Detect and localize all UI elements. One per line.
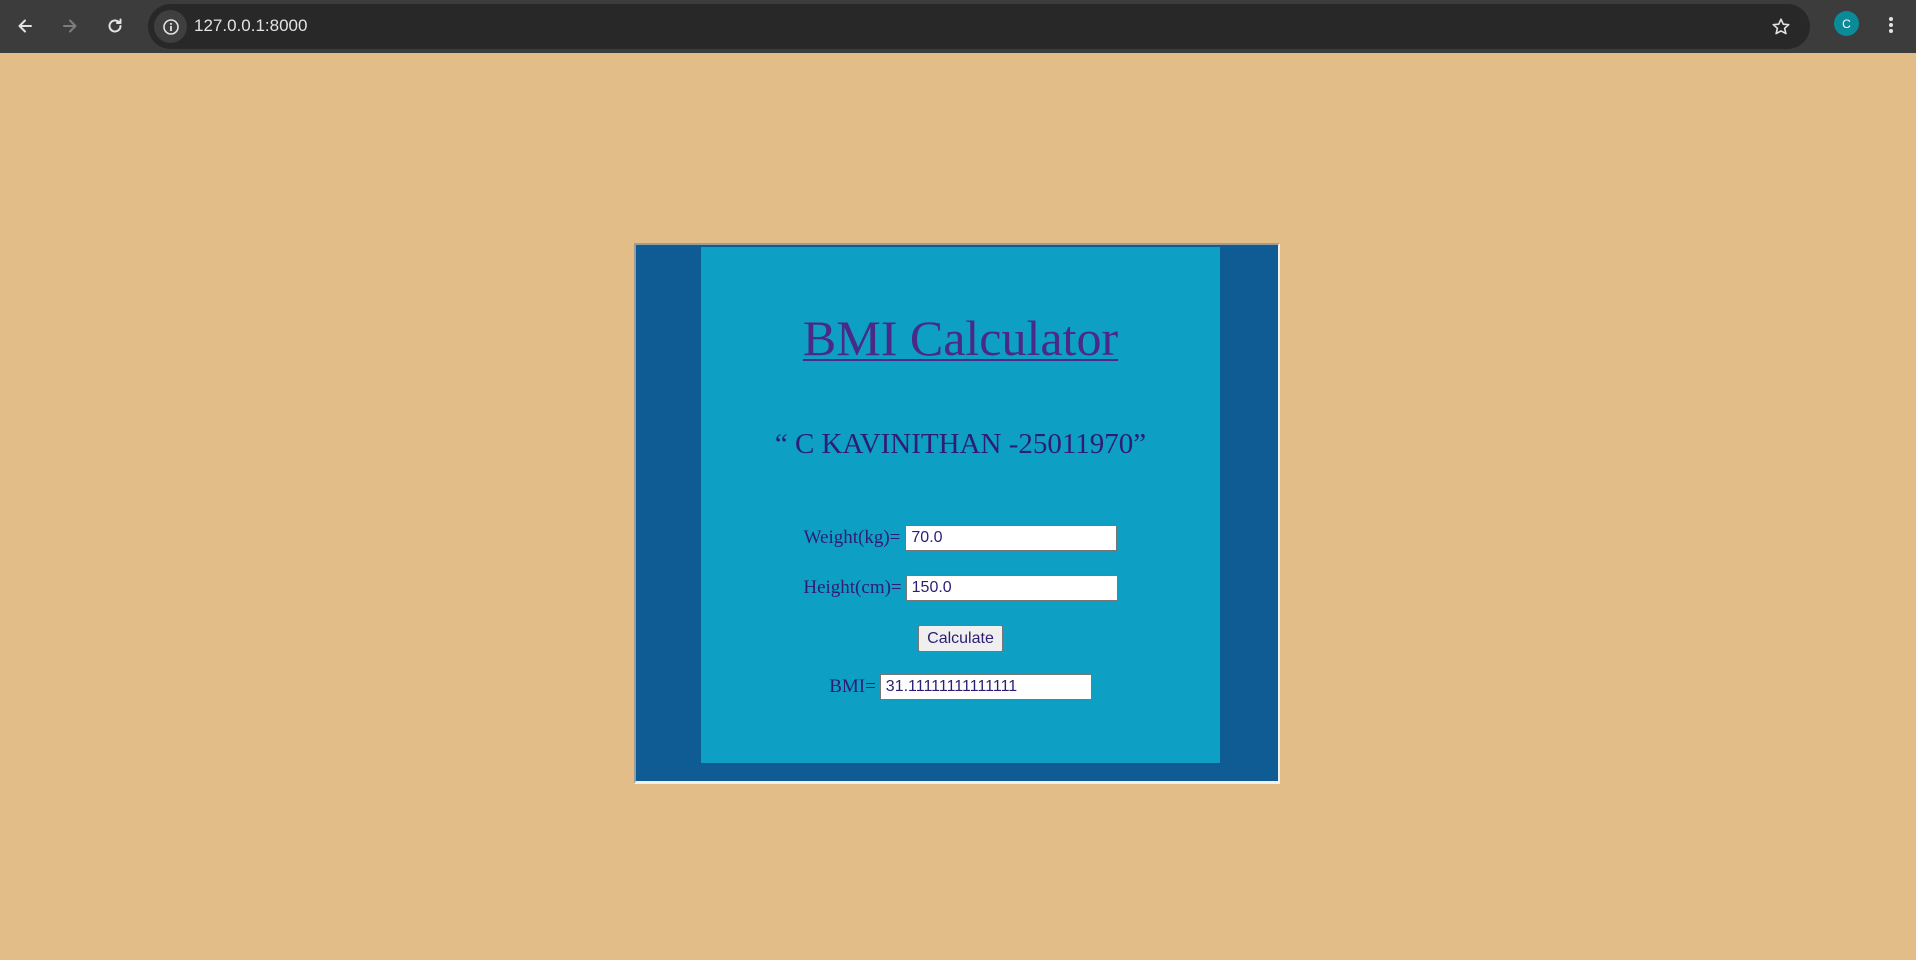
calculate-button[interactable]: Calculate [918,625,1003,652]
browser-toolbar: 127.0.0.1:8000 C [0,0,1916,53]
author-subtitle: “ C KAVINITHAN -25011970” [774,428,1147,460]
weight-row: Weight(kg)= [701,525,1220,551]
weight-input[interactable] [905,525,1118,551]
info-icon [162,18,179,35]
height-label: Height(cm)= [803,577,902,598]
browser-menu-button[interactable] [1878,10,1904,40]
weight-label: Weight(kg)= [803,527,901,548]
page-title: BMI Calculator [802,310,1119,366]
back-arrow-icon [18,19,32,33]
calculator-frame: BMI Calculator “ C KAVINITHAN -25011970”… [634,243,1280,784]
height-row: Height(cm)= [701,575,1220,601]
bmi-label: BMI= [829,676,876,697]
bmi-result-field[interactable] [879,674,1092,700]
kebab-menu-icon [1889,17,1893,33]
reload-button[interactable] [97,8,133,44]
profile-avatar[interactable]: C [1834,11,1859,36]
star-icon [1772,18,1790,35]
address-bar[interactable]: 127.0.0.1:8000 [148,4,1810,49]
url-text[interactable]: 127.0.0.1:8000 [194,16,307,36]
forward-button[interactable] [52,8,88,44]
back-button[interactable] [7,8,43,44]
bookmark-button[interactable] [1768,14,1794,40]
bmi-row: BMI= [701,674,1220,700]
calculator-panel: BMI Calculator “ C KAVINITHAN -25011970”… [701,247,1220,763]
site-info-button[interactable] [154,10,187,43]
forward-arrow-icon [63,19,77,33]
height-input[interactable] [905,575,1118,601]
reload-icon [108,18,122,33]
calculate-row: Calculate [701,625,1220,652]
